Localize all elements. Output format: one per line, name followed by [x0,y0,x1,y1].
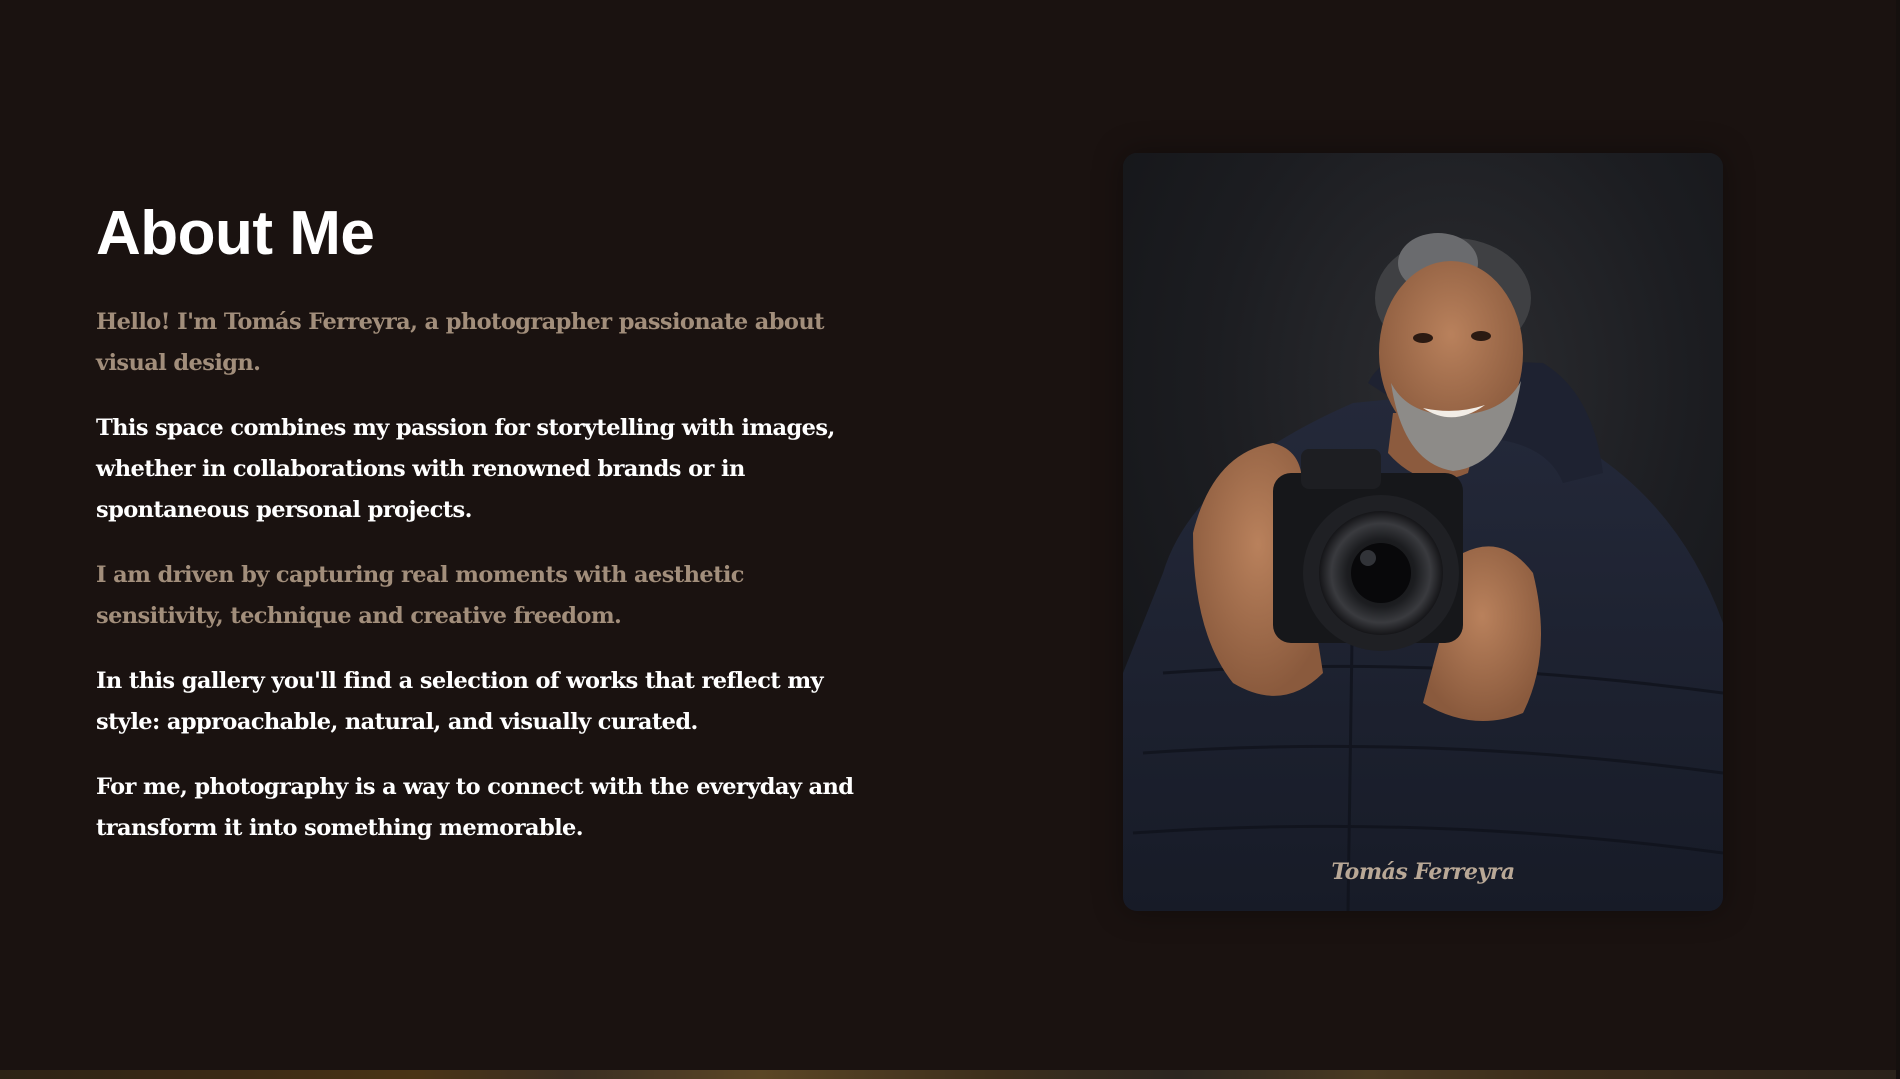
philosophy-paragraph: For me, photography is a way to connect … [96,774,854,841]
portrait-card: Tomás Ferreyra [1123,153,1723,911]
portrait-photo [1123,153,1723,911]
portrait-caption: Tomás Ferreyra [1331,859,1515,885]
about-section: About Me Hello! I'm Tomás Ferreyra, a ph… [0,0,1900,1070]
intro-paragraph: Hello! I'm Tomás Ferreyra, a photographe… [96,309,824,376]
drive-paragraph: I am driven by capturing real moments wi… [96,562,745,629]
gallery-preview-strip [0,1070,1900,1079]
gallery-paragraph: In this gallery you'll find a selection … [96,668,824,735]
scrollbar-track[interactable] [1896,0,1900,1079]
passion-paragraph: This space combines my passion for story… [96,415,835,523]
about-text-column: About Me Hello! I'm Tomás Ferreyra, a ph… [96,196,856,873]
page-title: About Me [96,199,375,268]
